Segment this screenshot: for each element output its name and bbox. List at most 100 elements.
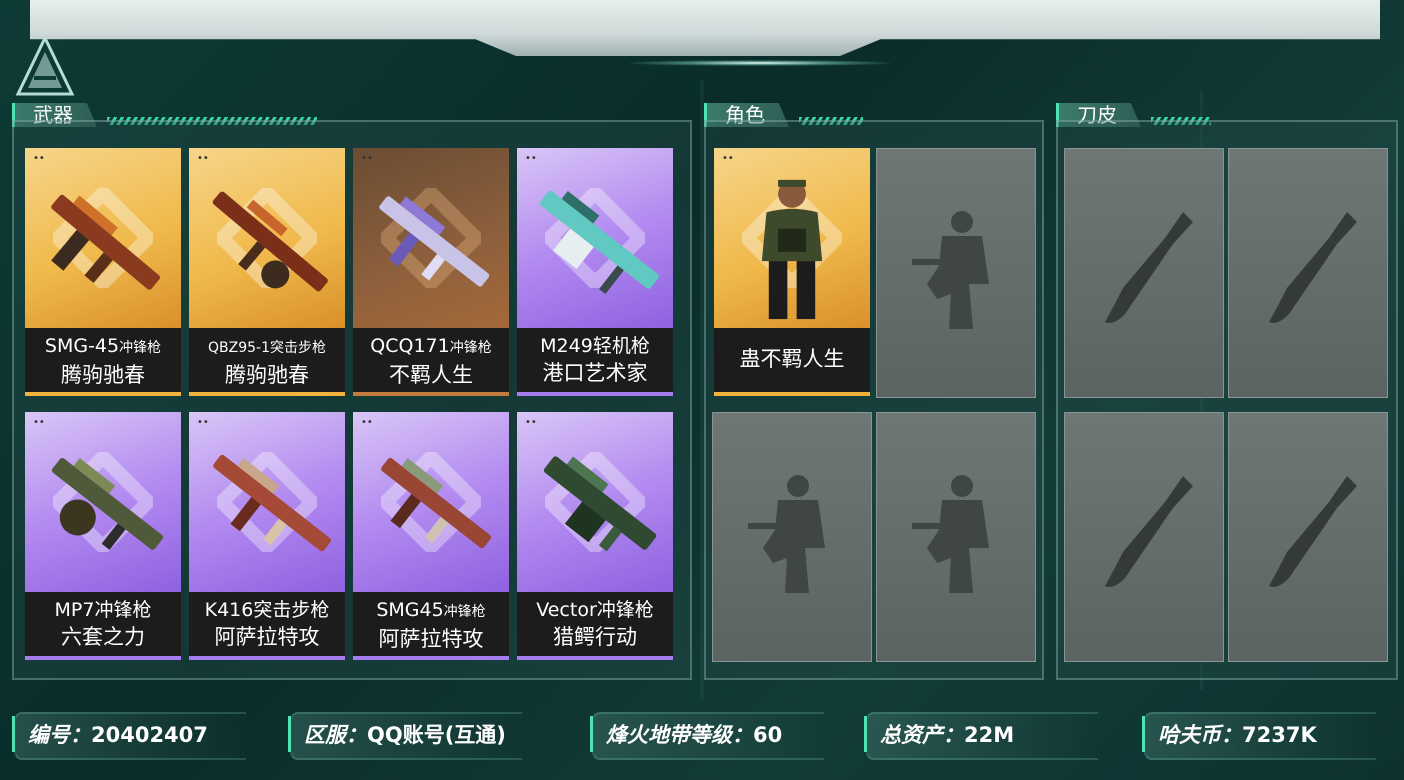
weapon-skin: 阿萨拉特攻 [378, 627, 484, 651]
smg-weapon-icon [51, 457, 164, 550]
knife-silhouette-icon [1269, 476, 1357, 587]
soldier-silhouette-icon [748, 475, 825, 593]
info-accent [12, 716, 23, 752]
level-value: 60 [753, 723, 783, 747]
rifle-weapon-icon [212, 191, 328, 292]
weapon-art [353, 148, 509, 333]
info-accent [590, 716, 601, 752]
knife-silhouette-icon [1105, 476, 1193, 587]
operator-portrait-icon [761, 179, 823, 320]
weapon-art [25, 412, 181, 597]
weapon-card[interactable]: •• QBZ95-1突击步枪 腾驹驰春 [189, 148, 345, 396]
weapon-type: 冲锋枪 [443, 604, 486, 620]
smg-weapon-icon [381, 457, 492, 549]
game-logo-icon [15, 36, 75, 96]
weapon-skin: 港口艺术家 [542, 361, 648, 385]
weapon-caption: Vector冲锋枪 猎鳄行动 [517, 592, 673, 660]
weapon-card[interactable]: •• SMG45冲锋枪 阿萨拉特攻 [353, 412, 509, 660]
character-name: 蛊不羁人生 [739, 347, 845, 371]
knife-slot-empty[interactable] [1064, 412, 1224, 662]
weapon-name: M249 [540, 335, 593, 357]
character-slot-empty[interactable] [712, 412, 872, 662]
card-dots-icon: •• [722, 153, 734, 164]
weapon-name: QCQ171 [370, 335, 450, 357]
weapon-card[interactable]: •• MP7冲锋枪 六套之力 [25, 412, 181, 660]
knife-slot-empty[interactable] [1228, 148, 1388, 398]
weapon-skin: 不羁人生 [389, 363, 473, 387]
weapon-card[interactable]: •• M249轻机枪 港口艺术家 [517, 148, 673, 396]
weapon-art [353, 412, 509, 597]
weapon-type: 冲锋枪 [596, 599, 654, 621]
weapon-name: SMG-45 [44, 335, 120, 357]
card-dots-icon: •• [361, 417, 373, 428]
card-dots-icon: •• [197, 417, 209, 428]
info-accent [864, 716, 875, 752]
lmg-weapon-icon [539, 190, 659, 294]
weapon-caption: MP7冲锋枪 六套之力 [25, 592, 181, 660]
info-accent [288, 716, 299, 752]
weapon-skin: 腾驹驰春 [225, 363, 309, 387]
knife-silhouette-icon [1105, 212, 1193, 323]
server-info: 区服：QQ账号(互通) [288, 712, 522, 760]
weapon-art [517, 412, 673, 597]
weapon-card[interactable]: •• SMG-45冲锋枪 腾驹驰春 [25, 148, 181, 396]
weapon-type: 突击步枪 [270, 340, 326, 356]
card-dots-icon: •• [33, 417, 45, 428]
weapon-name: K416 [204, 599, 254, 621]
coin-value: 7237K [1242, 723, 1317, 747]
smg-weapon-icon [543, 456, 657, 552]
weapon-type: 突击步枪 [253, 599, 330, 621]
top-bar-glow [630, 60, 890, 66]
weapon-caption: M249轻机枪 港口艺术家 [517, 328, 673, 396]
weapon-card[interactable]: •• K416突击步枪 阿萨拉特攻 [189, 412, 345, 660]
smg-weapon-icon [51, 194, 160, 290]
weapon-name: QBZ95-1 [208, 340, 270, 356]
knife-silhouette-icon [1269, 212, 1357, 323]
weapon-type: 冲锋枪 [119, 340, 162, 356]
weapon-art [25, 148, 181, 333]
weapon-skin: 猎鳄行动 [553, 625, 637, 649]
weapon-skin: 阿萨拉特攻 [214, 625, 320, 649]
account-id-value: 20402407 [91, 723, 208, 747]
character-slot-empty[interactable] [876, 412, 1036, 662]
character-caption: 蛊不羁人生 [714, 328, 870, 396]
card-dots-icon: •• [361, 153, 373, 164]
weapon-art [189, 148, 345, 333]
coin-info: 哈夫币：7237K [1142, 712, 1376, 760]
card-dots-icon: •• [525, 153, 537, 164]
weapon-caption: K416突击步枪 阿萨拉特攻 [189, 592, 345, 660]
weapon-name: SMG45 [376, 599, 444, 621]
character-slot-empty[interactable] [876, 148, 1036, 398]
server-label: 区服： [304, 723, 367, 747]
account-id-info: 编号：20402407 [12, 712, 246, 760]
level-label: 烽火地带等级： [606, 723, 753, 747]
total-assets-info: 总资产：22M [864, 712, 1098, 760]
weapon-name: MP7 [54, 599, 95, 621]
server-value: QQ账号(互通) [367, 723, 506, 747]
character-art [714, 148, 870, 333]
weapon-skin: 腾驹驰春 [61, 363, 145, 387]
weapon-art [189, 412, 345, 597]
weapon-card[interactable]: •• QCQ171冲锋枪 不羁人生 [353, 148, 509, 396]
weapon-caption: SMG-45冲锋枪 腾驹驰春 [25, 328, 181, 396]
top-bar [30, 0, 1404, 66]
card-dots-icon: •• [525, 417, 537, 428]
knife-slot-empty[interactable] [1228, 412, 1388, 662]
character-card[interactable]: •• 蛊不羁人生 [714, 148, 870, 396]
soldier-silhouette-icon [912, 475, 989, 593]
weapon-type: 冲锋枪 [94, 599, 152, 621]
weapon-card[interactable]: •• Vector冲锋枪 猎鳄行动 [517, 412, 673, 660]
weapon-caption: QCQ171冲锋枪 不羁人生 [353, 328, 509, 396]
total-assets-value: 22M [964, 723, 1015, 747]
top-bar-shape [30, 0, 1380, 56]
knife-slot-empty[interactable] [1064, 148, 1224, 398]
weapon-caption: SMG45冲锋枪 阿萨拉特攻 [353, 592, 509, 660]
card-dots-icon: •• [33, 153, 45, 164]
level-info: 烽火地带等级：60 [590, 712, 824, 760]
weapon-skin: 六套之力 [61, 625, 145, 649]
account-id-label: 编号： [28, 723, 91, 747]
weapon-caption: QBZ95-1突击步枪 腾驹驰春 [189, 328, 345, 396]
total-assets-label: 总资产： [880, 723, 964, 747]
weapon-type: 轻机枪 [592, 335, 650, 357]
smg-weapon-icon [379, 196, 490, 287]
